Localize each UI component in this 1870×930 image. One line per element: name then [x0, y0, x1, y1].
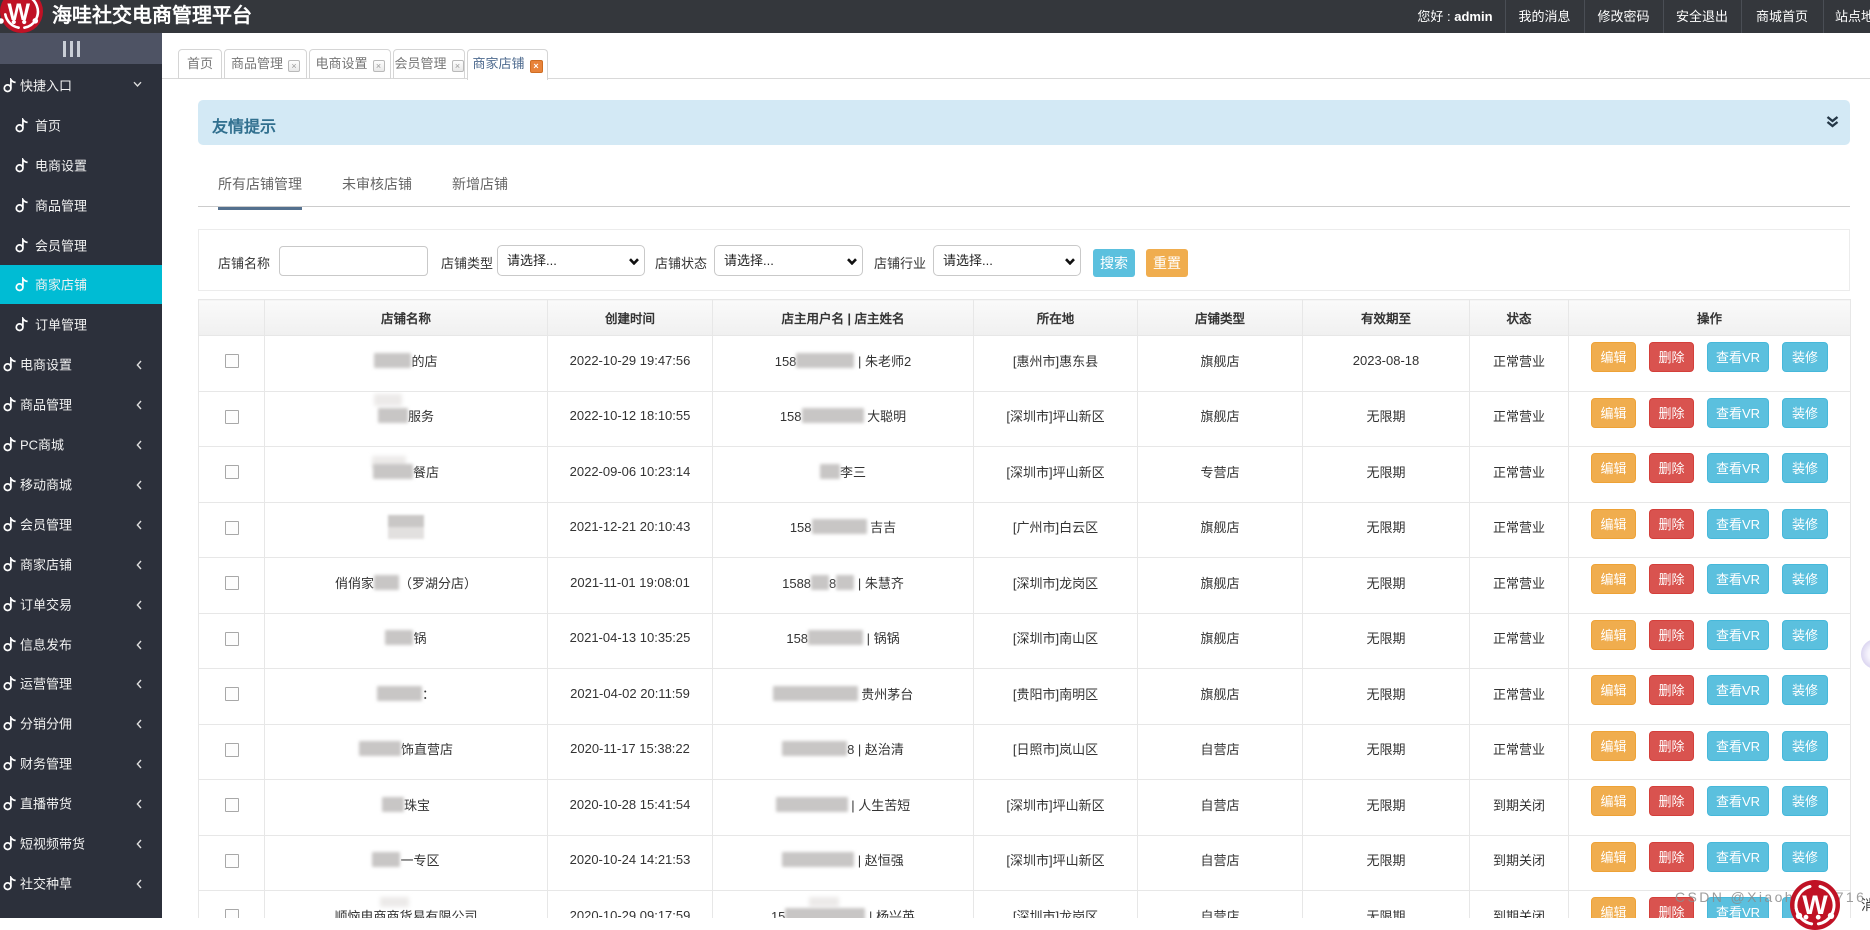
svg-text:W: W [7, 0, 30, 26]
